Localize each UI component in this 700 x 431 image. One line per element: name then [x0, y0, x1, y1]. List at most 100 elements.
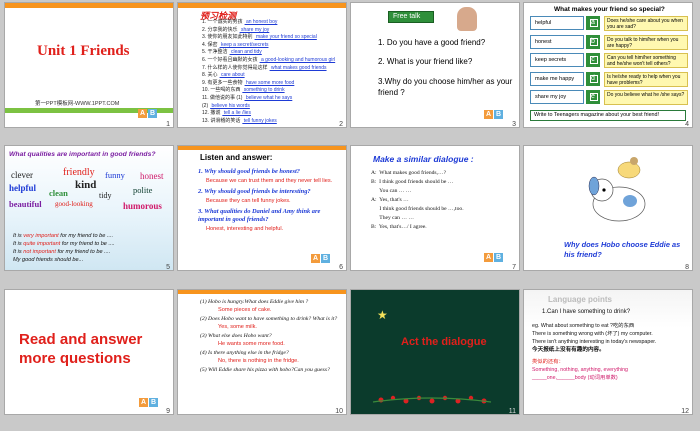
slide-footer: 第一PPT模板网-WWW.1PPT.COM	[35, 101, 120, 107]
slide-thumbnail-11[interactable]: ★ Act the dialogue 11	[350, 289, 520, 415]
slide-thumbnail-6[interactable]: Listen and answer: 1. Why should good fr…	[177, 145, 347, 271]
frame-suffix: for my friend to be ....	[58, 233, 114, 239]
badge-a-icon: A	[138, 109, 147, 118]
quality-word: polite	[133, 185, 153, 195]
language-notes: 1.Can I have something to drink? eg. What…	[532, 308, 692, 382]
slide-sorter-grid: Unit 1 Friends 第一PPT模板网-WWW.1PPT.COM A B…	[0, 0, 700, 431]
item-cn: 7. 什么样的人使你觉得是这样	[202, 64, 268, 71]
badge-a-icon: A	[311, 254, 320, 263]
question: 3. What qualities do Daniel and Amy thin…	[198, 208, 321, 223]
slide-title: Unit 1 Friends	[37, 43, 130, 59]
frame-suffix: for my friend to be ....	[60, 241, 115, 247]
item-en: believe what he says	[244, 94, 293, 101]
item-en: what makes good friends	[269, 64, 327, 71]
item-cn: 3. 使你的朋友如此特别	[202, 34, 253, 41]
note-line: Something, nothing, anything, everything	[532, 367, 628, 373]
item-en: keep a secret/secrets	[219, 41, 269, 48]
item-en: care about	[219, 72, 245, 79]
item-cn: 13. 讲滑稽的笑话	[202, 117, 241, 124]
item-cn: 8. 关心	[202, 72, 218, 79]
question-2: 2. What is your friend like?	[378, 57, 473, 66]
question: 2. Why should good friends be interestin…	[198, 188, 311, 195]
frame-prefix: It is	[13, 249, 24, 255]
left-phrase: helpful	[530, 16, 584, 30]
list-item: 6. 一个好看且幽默的女孩 a good-looking and humorou…	[202, 56, 346, 65]
match-box	[590, 74, 598, 83]
dialogue-line: I think good friends should be …,too.	[371, 206, 464, 212]
question: (5) Will Eddie share his pizza with hobo…	[200, 367, 330, 373]
item-en: tell a lie /lies	[222, 110, 251, 117]
quality-word: clean	[49, 188, 68, 198]
item-cn: 5. 干净整洁	[202, 49, 228, 56]
dialogue-line: You can … …	[371, 188, 412, 194]
slide-number: 11	[508, 408, 516, 415]
slide-number: 4	[685, 121, 689, 128]
match-box	[590, 37, 598, 46]
slide-number: 9	[166, 408, 170, 415]
footer-box: Write to Teenagers magazine about your b…	[530, 110, 686, 121]
slide-title: Listen and answer:	[200, 153, 273, 162]
right-question: Is he/she ready to help when you have pr…	[604, 71, 688, 87]
note-line: 类似的还有：	[532, 359, 564, 365]
right-question: Do you talk to him/her when you are happ…	[604, 34, 688, 50]
quality-word: friendly	[63, 167, 95, 178]
badge-b-icon: B	[149, 398, 158, 407]
dialogue-line: A: Yes, that's …	[371, 197, 409, 203]
frame-suffix: for my friend to be ....	[55, 249, 111, 255]
badge-b-icon: B	[148, 109, 157, 118]
question: (2) Does Hobo want to have something to …	[200, 316, 338, 322]
right-question: Does he/she care about you when you are …	[604, 16, 688, 31]
frame-prefix: It is	[13, 241, 24, 247]
answer: No, there is nothing in the fridge.	[218, 358, 299, 364]
note-line: _____one,______body (动词用单数)	[532, 375, 618, 381]
item-en: share my joy	[239, 26, 270, 33]
frame-emphasis: very important	[23, 233, 59, 239]
answer: Yes, some milk.	[218, 324, 257, 330]
item-cn: 12. 撒谎	[202, 110, 221, 117]
sentence-frames: It is very important for my friend to be…	[13, 232, 173, 264]
slide-thumbnail-4[interactable]: What makes your friend so special? helpf…	[523, 2, 693, 128]
slide-thumbnail-1[interactable]: Unit 1 Friends 第一PPT模板网-WWW.1PPT.COM A B…	[4, 2, 174, 128]
slide-number: 2	[339, 121, 343, 128]
dialogue-line: They can … …	[371, 215, 414, 221]
question-3: 3.Why do you choose him/her as your frie…	[378, 77, 513, 97]
question: (4) Is there anything else in the fridge…	[200, 350, 289, 356]
item-en: make your friend so special	[254, 34, 317, 41]
dialogue-line: A: What makes good friends,…?	[371, 170, 447, 176]
list-item: 11. 做他说的事 (1) believe what he says	[202, 94, 346, 103]
preview-list: 1. 一个诚实的男孩 an honest boy 2. 分享我的快乐 share …	[202, 19, 346, 125]
badge-a-icon: A	[484, 253, 493, 262]
quality-word: funny	[105, 170, 125, 180]
slide-thumbnail-5[interactable]: What qualities are important in good fri…	[4, 145, 174, 271]
slide-thumbnail-9[interactable]: Read and answer more questions A B 9	[4, 289, 174, 415]
item-cn: 6. 一个好看且幽默的女孩	[202, 56, 258, 63]
note-line: There isn't anything interesting in toda…	[532, 339, 657, 345]
slide-thumbnail-7[interactable]: Make a similar dialogue : A: What makes …	[350, 145, 520, 271]
slide-thumbnail-8[interactable]: Why does Hobo choose Eddie as his friend…	[523, 145, 693, 271]
answer: Honest, interesting and helpful.	[206, 226, 284, 232]
quality-word: good-looking	[55, 200, 93, 208]
slide-thumbnail-10[interactable]: (1) Hobo is hungry.What does Eddie give …	[177, 289, 347, 415]
slide-number: 1	[166, 121, 170, 128]
slide-thumbnail-12[interactable]: Language points 1.Can I have something t…	[523, 289, 693, 415]
item-en: tell funny jokes	[242, 117, 277, 124]
girl-image	[457, 7, 477, 31]
slide-number: 7	[512, 264, 516, 271]
free-talk-badge: Free talk	[388, 11, 434, 23]
quality-word: helpful	[9, 183, 37, 193]
quality-word: kind	[75, 179, 97, 191]
list-item: 5. 干净整洁 clean and tidy	[202, 49, 346, 57]
slide-thumbnail-2[interactable]: 预习检测 1. 一个诚实的男孩 an honest boy 2. 分享我的快乐 s…	[177, 2, 347, 128]
right-question: Can you tell him/her something and he/sh…	[604, 53, 688, 68]
list-item: 3. 使你的朋友如此特别 make your friend so special	[202, 34, 346, 42]
item-en: something to drink	[242, 87, 285, 94]
qa-list: (1) Hobo is hungry.What does Eddie give …	[200, 297, 345, 374]
question: 1. Why should good friends be honest?	[198, 168, 300, 175]
list-item: 10. 一些喝的东西 something to drink	[202, 87, 346, 95]
flower-border-decoration	[372, 395, 492, 404]
question: (1) Hobo is hungry.What does Eddie give …	[200, 299, 309, 305]
list-item: 12. 撒谎 tell a lie /lies	[202, 110, 346, 118]
frame-prefix: It is	[13, 233, 24, 239]
sentence-frame: My good friends should be...	[13, 256, 173, 264]
slide-thumbnail-3[interactable]: Free talk 1. Do you have a good friend? …	[350, 2, 520, 128]
